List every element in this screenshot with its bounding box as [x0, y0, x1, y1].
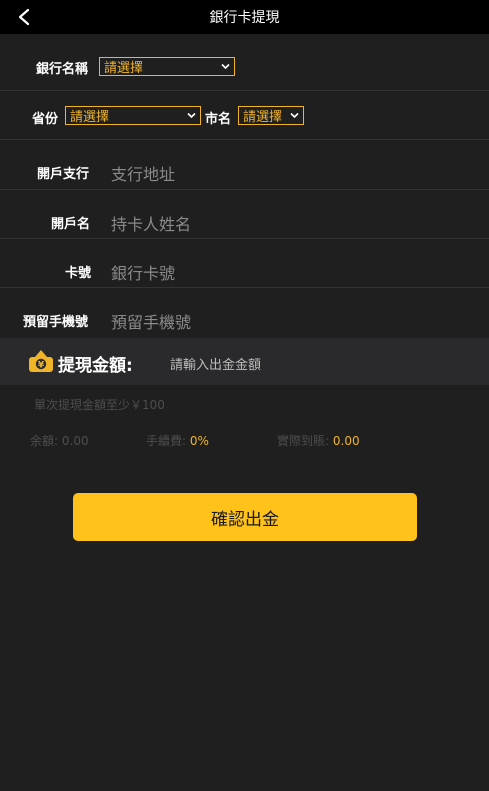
branch-row: 開戶支行 支行地址	[0, 140, 489, 190]
top-nav-bar: 銀行卡提現	[0, 0, 489, 34]
city-select-value: 請選擇	[243, 110, 283, 125]
city-label: 市名	[205, 112, 232, 127]
bank-name-label: 銀行名稱	[36, 62, 89, 77]
back-button[interactable]	[12, 5, 36, 29]
card-number-label: 卡號	[65, 266, 92, 281]
svg-text:¥: ¥	[38, 360, 45, 370]
province-select-value: 請選擇	[70, 110, 110, 125]
account-holder-row: 開戶名 持卡人姓名	[0, 190, 489, 239]
bank-name-row: 銀行名稱 請選擇	[0, 34, 489, 91]
fee-label: 手續費:	[146, 434, 187, 448]
account-holder-input[interactable]: 持卡人姓名	[111, 211, 191, 235]
phone-label: 預留手機號	[23, 315, 89, 330]
confirm-withdraw-button[interactable]: 確認出金	[73, 493, 417, 541]
withdraw-amount-section: ¥ 提現金額: 請輸入出金金額	[0, 338, 489, 385]
page-title: 銀行卡提現	[209, 10, 280, 26]
balance-label: 余額:	[30, 434, 59, 448]
money-box-icon: ¥	[29, 350, 53, 372]
fee-stat: 手續費: 0%	[146, 432, 209, 449]
balance-value: 0.00	[61, 434, 89, 448]
chevron-left-icon	[18, 8, 30, 26]
phone-row: 預留手機號 預留手機號	[0, 288, 489, 338]
withdraw-amount-input[interactable]: 請輸入出金金額	[170, 354, 261, 373]
card-number-row: 卡號 銀行卡號	[0, 239, 489, 288]
chevron-down-icon	[187, 112, 196, 119]
province-label: 省份	[32, 112, 59, 127]
chevron-down-icon	[221, 63, 230, 70]
withdraw-amount-label: 提現金額:	[58, 356, 133, 376]
actual-received-value: 0.00	[332, 434, 360, 448]
region-row: 省份 請選擇 市名 請選擇	[0, 91, 489, 140]
bank-name-select[interactable]: 請選擇	[99, 57, 235, 76]
fee-value: 0%	[189, 434, 209, 448]
bank-name-select-value: 請選擇	[104, 61, 144, 76]
actual-received-stat: 實際到賬: 0.00	[277, 432, 360, 449]
minimum-amount-hint: 單次提現金額至少￥100	[34, 398, 165, 412]
actual-received-label: 實際到賬:	[277, 434, 330, 448]
phone-input[interactable]: 預留手機號	[111, 309, 191, 333]
account-holder-label: 開戶名	[51, 217, 91, 232]
province-select[interactable]: 請選擇	[65, 106, 201, 125]
chevron-down-icon	[290, 112, 299, 119]
card-number-input[interactable]: 銀行卡號	[111, 260, 175, 284]
city-select[interactable]: 請選擇	[238, 106, 304, 125]
branch-input[interactable]: 支行地址	[111, 161, 175, 185]
branch-label: 開戶支行	[37, 167, 90, 182]
balance-stat: 余額: 0.00	[30, 432, 89, 449]
